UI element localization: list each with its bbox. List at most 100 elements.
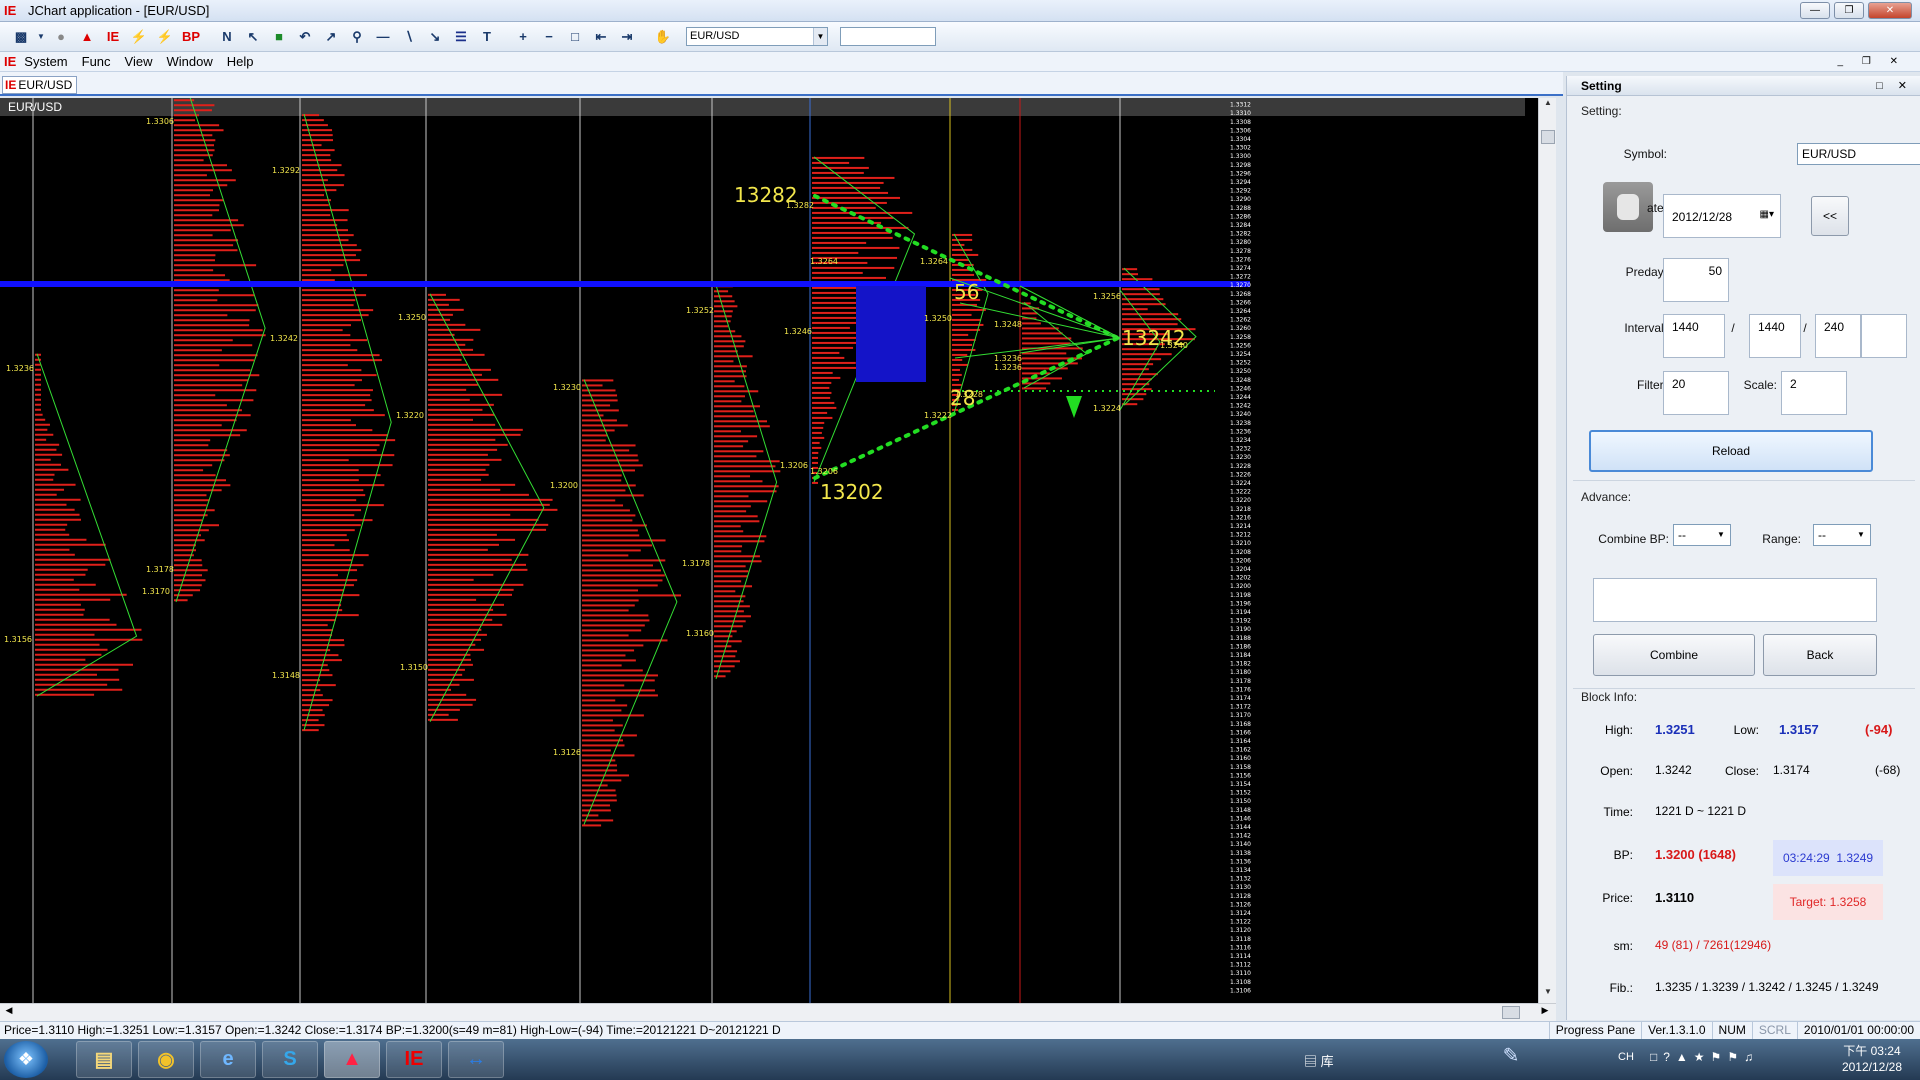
- tpo-row: [174, 129, 224, 132]
- tpo-row: [35, 528, 66, 531]
- tpo-row: [714, 560, 762, 563]
- undo-icon[interactable]: ↶: [294, 26, 316, 48]
- lightning-red-icon[interactable]: ⚡: [154, 26, 176, 48]
- scale-field[interactable]: 2: [1781, 371, 1847, 415]
- scroll-left-icon[interactable]: ⇤: [590, 26, 612, 48]
- tpo-row: [582, 424, 628, 427]
- tpo-row: [174, 179, 236, 182]
- combine-button[interactable]: Combine: [1593, 634, 1755, 676]
- menu-func[interactable]: Func: [82, 54, 111, 69]
- circle-icon[interactable]: ●: [50, 26, 72, 48]
- menu-view[interactable]: View: [125, 54, 153, 69]
- hscroll-thumb[interactable]: [1502, 1006, 1520, 1019]
- tpo-row: [302, 439, 396, 442]
- select-box-icon[interactable]: □: [564, 26, 586, 48]
- toolbar-edit-field[interactable]: [840, 27, 936, 46]
- car-icon[interactable]: ▲: [76, 26, 98, 48]
- diag-arrow-icon[interactable]: ↘: [424, 26, 446, 48]
- hline-icon[interactable]: —: [372, 26, 394, 48]
- restore-button[interactable]: ❐: [1834, 2, 1864, 19]
- combine-text-field[interactable]: [1593, 578, 1877, 622]
- clock[interactable]: 下午 03:24 2012/12/28: [1842, 1043, 1902, 1075]
- tpo-row: [302, 369, 362, 372]
- bp-icon[interactable]: BP: [180, 26, 202, 48]
- tpo-row: [428, 348, 474, 351]
- tpo-row: [582, 404, 611, 407]
- range-select[interactable]: -- ▼: [1813, 524, 1871, 546]
- plus-icon[interactable]: +: [512, 26, 534, 48]
- scroll-right-arrow-icon[interactable]: ▶: [1538, 1005, 1552, 1016]
- menu-window[interactable]: Window: [167, 54, 213, 69]
- interval-field-1[interactable]: 1440: [1663, 314, 1725, 358]
- cube-icon[interactable]: ■: [268, 26, 290, 48]
- axis-tick-label: 1.3274: [1230, 265, 1251, 272]
- windows-start-icon[interactable]: ❖: [4, 1041, 48, 1078]
- pen-tray-icon[interactable]: ✎: [1494, 1043, 1528, 1075]
- combine-bp-select[interactable]: -- ▼: [1673, 524, 1731, 546]
- calendar-dropdown-icon[interactable]: ▦▾: [1760, 209, 1774, 220]
- chart-horizontal-scrollbar[interactable]: ◀ ▶: [0, 1003, 1556, 1021]
- scroll-up-icon[interactable]: ▲: [1539, 98, 1556, 114]
- text-tool-icon[interactable]: T: [476, 26, 498, 48]
- market-profile-chart[interactable]: EUR/USD 1.3236 1.3156 1.3170 1.3306 1.3178 1.…: [0, 98, 1556, 1003]
- tpo-row: [35, 408, 41, 411]
- chart-bars-icon[interactable]: ▩: [10, 26, 32, 48]
- reload-button[interactable]: Reload: [1589, 430, 1873, 472]
- minimize-button[interactable]: —: [1800, 2, 1830, 19]
- menu-help[interactable]: Help: [227, 54, 254, 69]
- tpo-row: [35, 488, 65, 491]
- preday-field[interactable]: 50: [1663, 258, 1729, 302]
- arrow-right-icon[interactable]: ↗: [320, 26, 342, 48]
- hand-icon[interactable]: ✋: [652, 26, 674, 48]
- symbol-combo[interactable]: EUR/USD ▼: [686, 27, 828, 46]
- back-button[interactable]: Back: [1763, 634, 1877, 676]
- menu-system[interactable]: System: [24, 54, 67, 69]
- filter-field[interactable]: 20: [1663, 371, 1729, 415]
- tab-eur-usd[interactable]: IE EUR/USD: [2, 76, 78, 94]
- annotation-label: 13242: [1122, 326, 1186, 350]
- tpo-row: [582, 509, 630, 512]
- skype-icon[interactable]: S: [262, 1041, 318, 1078]
- ie-browser-icon[interactable]: e: [200, 1041, 256, 1078]
- lightning-icon[interactable]: ⚡: [128, 26, 150, 48]
- dropdown-arrow-icon[interactable]: ▼: [36, 26, 46, 48]
- interval-field-2[interactable]: 1440: [1749, 314, 1801, 358]
- tpo-row: [174, 279, 230, 282]
- close-button[interactable]: ✕: [1868, 2, 1912, 19]
- mdi-window-controls[interactable]: _ ❐ ✕: [1838, 56, 1906, 67]
- tray-icons[interactable]: □?▲★⚑⚑♫: [1650, 1050, 1759, 1064]
- app-menu-icon[interactable]: IE: [4, 54, 16, 69]
- interval-field-3[interactable]: 240: [1815, 314, 1861, 358]
- date-picker[interactable]: 2012/12/28 ▦▾: [1663, 194, 1781, 238]
- chart-app-icon[interactable]: ▲: [324, 1041, 380, 1078]
- chrome-icon[interactable]: ◉: [138, 1041, 194, 1078]
- interval-field-4[interactable]: [1861, 314, 1907, 358]
- cursor-icon[interactable]: ↖: [242, 26, 264, 48]
- n-tool-icon[interactable]: N: [216, 26, 238, 48]
- scroll-down-icon[interactable]: ▼: [1539, 987, 1556, 1003]
- date-back-button[interactable]: <<: [1811, 196, 1849, 236]
- ie-logo-icon[interactable]: IE: [102, 26, 124, 48]
- zoom-icon[interactable]: ⚲: [346, 26, 368, 48]
- panel-controls[interactable]: □ ✕: [1876, 76, 1913, 96]
- tpo-row: [174, 594, 193, 597]
- teamviewer-icon[interactable]: ↔: [448, 1041, 504, 1078]
- tpo-row: [174, 409, 242, 412]
- symbol-select[interactable]: EUR/USD ▼: [1797, 143, 1920, 165]
- axis-tick-label: 1.3170: [1230, 712, 1251, 719]
- scroll-right-icon[interactable]: ⇥: [616, 26, 638, 48]
- library-toolbar[interactable]: ▤ 库: [1304, 1051, 1334, 1070]
- tpo-row: [812, 251, 859, 254]
- tpo-row: [428, 583, 524, 586]
- file-explorer-icon[interactable]: ▤: [76, 1041, 132, 1078]
- ime-indicator[interactable]: CH: [1618, 1051, 1634, 1063]
- chart-vertical-scrollbar[interactable]: ▲ ▼: [1538, 98, 1556, 1003]
- scroll-left-arrow-icon[interactable]: ◀: [2, 1005, 16, 1016]
- minus-icon[interactable]: −: [538, 26, 560, 48]
- vscroll-thumb[interactable]: [1541, 130, 1555, 144]
- tpo-row: [302, 259, 361, 262]
- axis-tick-label: 1.3194: [1230, 609, 1251, 616]
- diag-line-icon[interactable]: ∖: [398, 26, 420, 48]
- ie-app-icon[interactable]: IE: [386, 1041, 442, 1078]
- fib-icon[interactable]: ☰: [450, 26, 472, 48]
